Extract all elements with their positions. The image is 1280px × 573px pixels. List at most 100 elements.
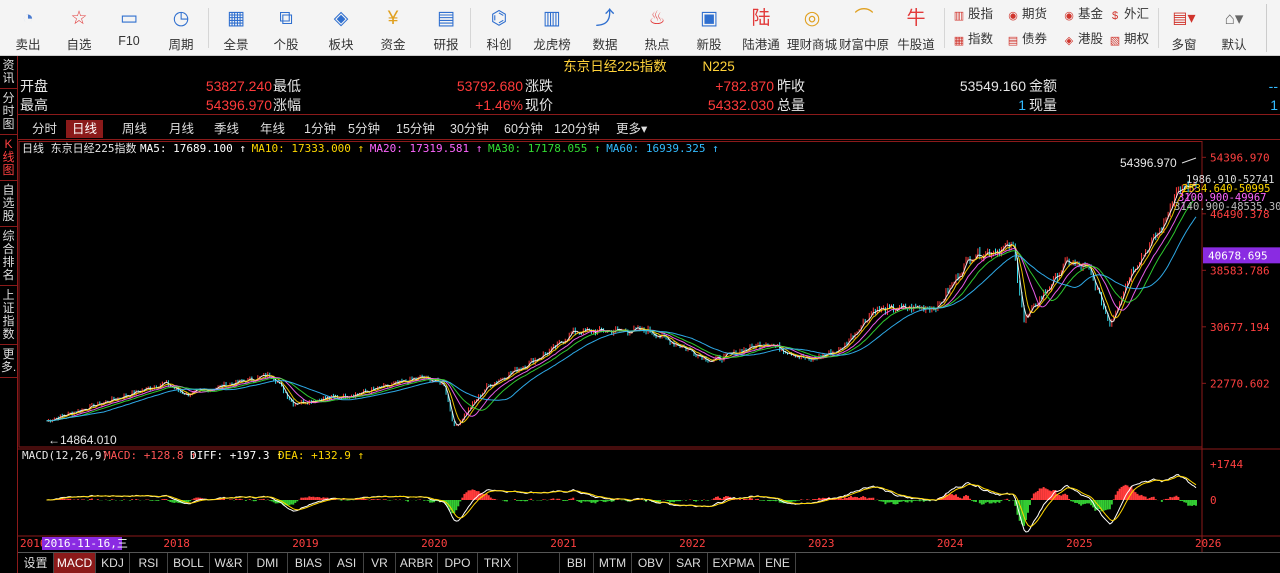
left-tab-3[interactable]: 自选股 (0, 181, 17, 227)
indicator-tab-kdj[interactable]: KDJ (96, 553, 130, 573)
left-tab-label: 分时图 (2, 91, 15, 131)
indicator-tab-arbr[interactable]: ARBR (396, 553, 438, 573)
toolbar-chart-button[interactable]: ⤴ 数据 (580, 0, 630, 56)
toolbar-bars-button[interactable]: ▥ 龙虎榜 (526, 0, 578, 56)
y-tick-label: 22770.602 (1210, 377, 1270, 390)
period-tab-6[interactable]: 1分钟 (298, 120, 342, 138)
toolbar-button-label: 龙虎榜 (533, 38, 571, 52)
period-tab-1[interactable]: 日线 (66, 120, 104, 138)
market-futures[interactable]: ◉ 期货 (1006, 5, 1047, 23)
macd-legend-title: MACD(12,26,9) (22, 449, 108, 462)
indicator-tab-trix[interactable]: TRIX (478, 553, 518, 573)
indicator-tab-rsi[interactable]: RSI (130, 553, 168, 573)
index-icon: ▥ (953, 10, 965, 22)
indicator-tab-bbi[interactable]: BBI (560, 553, 594, 573)
fire-icon: ♨ (648, 8, 666, 29)
ma-legend-1: MA10: 17333.000 ↑ (252, 142, 365, 155)
indicator-tab-dpo[interactable]: DPO (438, 553, 478, 573)
toolbar-button-label: 陆港通 (742, 38, 780, 52)
toolbar-report-button[interactable]: ▤ 研报 (422, 0, 470, 56)
left-tab-2[interactable]: K线图 (0, 135, 17, 181)
indicator-tab-bias[interactable]: BIAS (288, 553, 330, 573)
bull-icon: 牛 (906, 8, 926, 29)
indicator-tab-wr[interactable]: W&R (210, 553, 248, 573)
toolbar-fire-button[interactable]: ♨ 热点 (632, 0, 682, 56)
amount-value: -- (1268, 78, 1278, 94)
indicator-tab-asi[interactable]: ASI (330, 553, 364, 573)
toolbar-f10-button[interactable]: ▭ F10 (106, 0, 152, 56)
indicator-tab-macd[interactable]: MACD (54, 553, 96, 573)
connect-icon: 陆 (751, 8, 771, 29)
macd-legend-dea: DEA: +132.9 ↑ (278, 449, 364, 462)
toolbar-grid-button[interactable]: ▦ 全景 (212, 0, 260, 56)
default-layout-button[interactable]: ⌂▾ 默认 (1210, 0, 1258, 56)
multi-window-button[interactable]: ▤▾ 多窗 (1162, 0, 1206, 56)
left-tab-1[interactable]: 分时图 (0, 89, 17, 135)
left-tab-0[interactable]: 资讯 (0, 56, 17, 89)
toolbar-sell-button[interactable]: ◔ 卖出 (4, 0, 52, 56)
period-tab-2[interactable]: 周线 (116, 120, 153, 138)
kline-chart[interactable]: 日线 东京日经225指数 MA5: 17689.100 ↑ MA10: 17333.… (18, 141, 1280, 552)
toolbar-coin-button[interactable]: ¥ 资金 (368, 0, 418, 56)
toolbar-button-label: 周期 (168, 38, 194, 52)
right-ma-label: 3140.900-48535.300 (1174, 201, 1280, 213)
period-tab-12[interactable]: 更多▾ (610, 120, 653, 138)
period-tab-7[interactable]: 5分钟 (342, 120, 386, 138)
market-option[interactable]: ▧ 期权 (1108, 30, 1149, 48)
period-tab-10[interactable]: 60分钟 (498, 120, 549, 138)
indicator-tab-dmi[interactable]: DMI (248, 553, 288, 573)
indicator-tab-设置[interactable]: 设置 (18, 553, 54, 573)
change-value: +782.870 (715, 78, 774, 94)
toolbar-clock-button[interactable]: ◷ 周期 (156, 0, 206, 56)
forex-icon: $ (1111, 10, 1119, 22)
market-hk[interactable]: ◈ 港股 (1062, 30, 1103, 48)
toolbar-wealth-button[interactable]: ⌒ 财富中原 (838, 0, 890, 56)
period-tab-8[interactable]: 15分钟 (390, 120, 441, 138)
toolbar-mall-button[interactable]: ◎ 理财商城 (786, 0, 838, 56)
quote-title-bar: 东京日经225指数 N225 (18, 57, 1280, 77)
market-bond[interactable]: ▤ 债券 (1006, 30, 1047, 48)
ma-legend-2: MA20: 17319.581 ↑ (370, 142, 483, 155)
period-tab-0[interactable]: 分时 (26, 120, 63, 138)
period-tabs: 分时 日线 周线 月线 季线 年线 1分钟 5分钟 15分钟 30分钟 60分钟 120分钟 更多▾ (18, 117, 1280, 140)
indicator-tab-expma[interactable]: EXPMA (708, 553, 760, 573)
toolbar-ipo-button[interactable]: ▣ 新股 (684, 0, 734, 56)
indicator-tab-mtm[interactable]: MTM (594, 553, 632, 573)
market-fund[interactable]: ◉ 基金 (1062, 5, 1103, 23)
period-tab-3[interactable]: 月线 (163, 120, 200, 138)
period-tab-5[interactable]: 年线 (254, 120, 291, 138)
toolbar-button-label: 牛股道 (897, 38, 935, 52)
toolbar-button-label: 资金 (380, 38, 406, 52)
macd-y-tick-label: +1744 (1210, 458, 1243, 471)
market-forex[interactable]: $ 外汇 (1108, 5, 1149, 23)
index2-icon: ▦ (953, 35, 965, 47)
left-tab-5[interactable]: 上证指数 (0, 286, 17, 345)
indicator-tab-obv[interactable]: OBV (632, 553, 670, 573)
toolbar-layers-button[interactable]: ◈ 板块 (316, 0, 366, 56)
cursor-date-label: 2016-11-16,三 (44, 537, 128, 550)
toolbar-scroll-handle[interactable] (1266, 4, 1276, 52)
period-tab-9[interactable]: 30分钟 (444, 120, 495, 138)
f10-icon: ▭ (120, 8, 138, 29)
period-tab-11[interactable]: 120分钟 (548, 120, 606, 138)
indicator-tab-vr[interactable]: VR (364, 553, 396, 573)
indicator-tab-ene[interactable]: ENE (760, 553, 796, 573)
index-name: 东京日经225指数 (563, 59, 667, 74)
toolbar-chip-button[interactable]: ⌬ 科创 (474, 0, 524, 56)
toolbar-star-button[interactable]: ☆ 自选 (56, 0, 102, 56)
indicator-tab-boll[interactable]: BOLL (168, 553, 210, 573)
toolbar-bull-button[interactable]: 牛牛股道 (890, 0, 942, 56)
indicator-tab-sar[interactable]: SAR (670, 553, 708, 573)
left-vertical-tabs: 资讯分时图 K线图 自选股 综合排名 上证指数更多. (0, 56, 18, 573)
indicator-tab-blank[interactable] (518, 553, 560, 573)
market-index[interactable]: ▥ 股指 (952, 5, 993, 23)
left-tab-6[interactable]: 更多. (0, 345, 17, 378)
period-tab-4[interactable]: 季线 (208, 120, 245, 138)
toolbar-candle-button[interactable]: ⧉ 个股 (262, 0, 310, 56)
toolbar-divider (470, 8, 471, 48)
market-label: 指数 (968, 32, 994, 46)
left-tab-4[interactable]: 综合排名 (0, 227, 17, 286)
market-index2[interactable]: ▦ 指数 (952, 30, 993, 48)
left-tab-label: 更多. (0, 347, 17, 374)
toolbar-connect-button[interactable]: 陆陆港通 (736, 0, 786, 56)
